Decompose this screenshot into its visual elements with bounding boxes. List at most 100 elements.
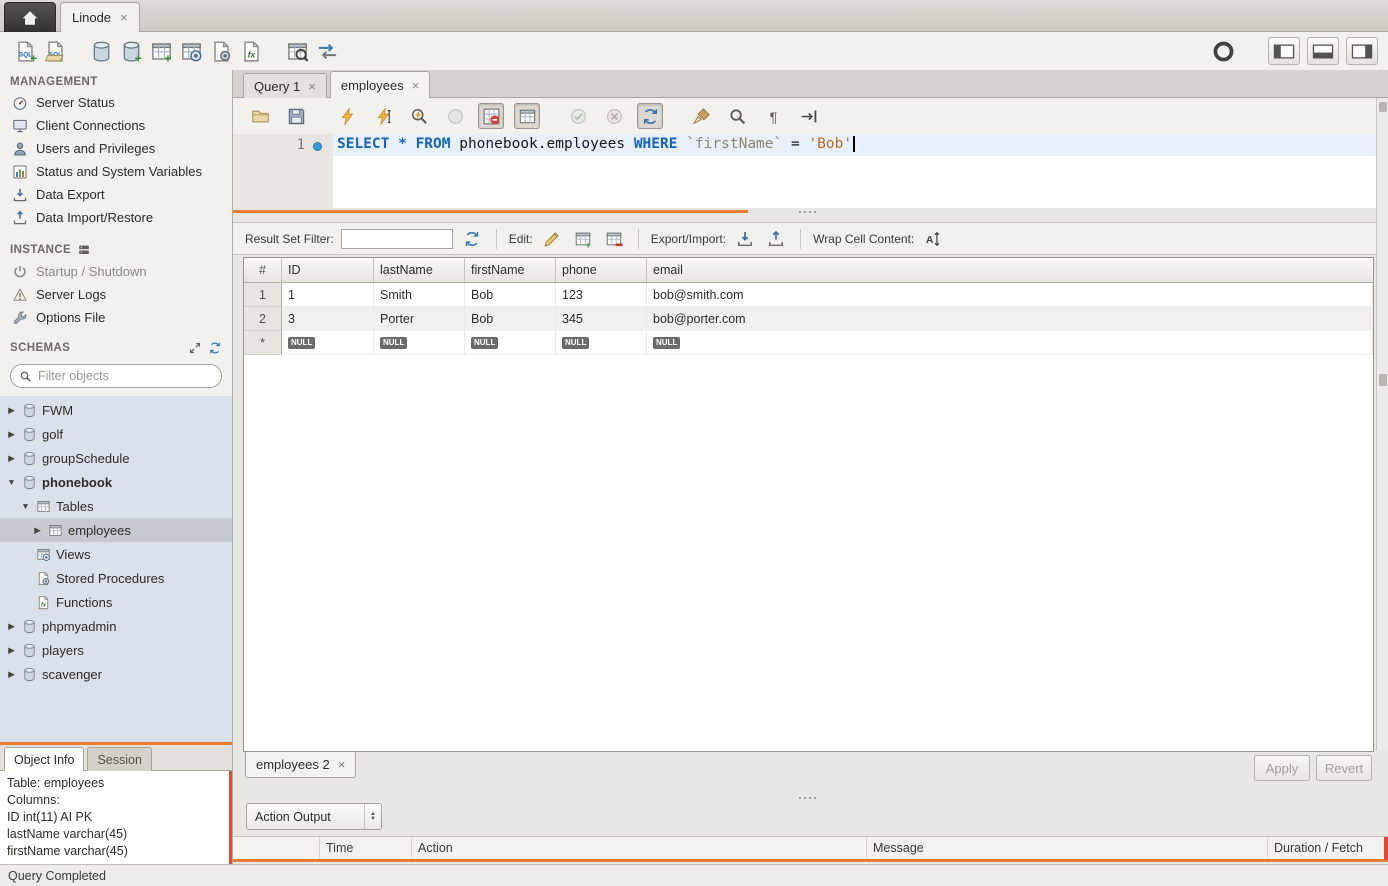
output-column-action[interactable]: Action — [412, 837, 867, 859]
output-column-message[interactable]: Message — [867, 837, 1268, 859]
table-row-new[interactable]: * NULL NULL NULL NULL NULL — [244, 331, 1373, 355]
expander-icon[interactable] — [6, 453, 17, 464]
explain-plan-button[interactable] — [406, 103, 432, 129]
schema-filter-input[interactable] — [38, 369, 213, 383]
code-area[interactable]: SELECT * FROM phonebook.employees WHERE … — [333, 134, 1376, 208]
execute-current-statement-button[interactable] — [370, 103, 396, 129]
column-header-lastname[interactable]: lastName — [374, 258, 465, 282]
close-icon[interactable]: × — [120, 11, 128, 24]
splitter-handle[interactable] — [799, 211, 801, 213]
expander-icon[interactable] — [20, 501, 31, 511]
cell-firstname[interactable]: Bob — [465, 307, 556, 331]
tree-node-functions[interactable]: Functions — [0, 590, 232, 614]
tree-node-tables-folder[interactable]: Tables — [0, 494, 232, 518]
create-view-button[interactable] — [176, 36, 206, 66]
create-function-button[interactable] — [236, 36, 266, 66]
tree-node-schema[interactable]: players — [0, 638, 232, 662]
cell-phone[interactable]: 123 — [556, 283, 647, 307]
cell-null[interactable]: NULL — [556, 331, 647, 355]
scrollbar-thumb[interactable] — [1379, 102, 1387, 112]
refresh-schemas-icon[interactable] — [208, 341, 222, 355]
tree-node-schema[interactable]: scavenger — [0, 662, 232, 686]
beautify-query-button[interactable] — [688, 103, 714, 129]
open-script-button[interactable] — [247, 103, 273, 129]
execute-query-button[interactable] — [334, 103, 360, 129]
tree-node-schema[interactable]: groupSchedule — [0, 446, 232, 470]
create-procedure-button[interactable] — [206, 36, 236, 66]
row-number-cell[interactable]: * — [244, 331, 282, 355]
schema-inspector-button[interactable] — [86, 36, 116, 66]
tree-node-schema[interactable]: phpmyadmin — [0, 614, 232, 638]
reconnect-button[interactable] — [312, 36, 342, 66]
open-sql-script-button[interactable] — [40, 36, 70, 66]
cell-lastname[interactable]: Porter — [374, 307, 465, 331]
column-header-email[interactable]: email — [647, 258, 1373, 282]
column-header-phone[interactable]: phone — [556, 258, 647, 282]
refresh-resultset-button[interactable] — [460, 227, 484, 251]
save-script-button[interactable] — [283, 103, 309, 129]
sidebar-item-users-privileges[interactable]: Users and Privileges — [0, 137, 232, 160]
cell-null[interactable]: NULL — [374, 331, 465, 355]
import-records-button[interactable] — [764, 227, 788, 251]
splitter-handle[interactable] — [799, 797, 801, 799]
cell-id[interactable]: 1 — [282, 283, 374, 307]
home-tab[interactable] — [4, 2, 56, 32]
stop-query-button[interactable] — [442, 103, 468, 129]
cell-lastname[interactable]: Smith — [374, 283, 465, 307]
tab-session[interactable]: Session — [87, 747, 151, 771]
find-in-editor-button[interactable] — [724, 103, 750, 129]
output-type-select[interactable]: Action Output — [246, 803, 382, 830]
toggle-left-sidebar-button[interactable] — [1268, 37, 1300, 65]
cell-null[interactable]: NULL — [282, 331, 374, 355]
expander-icon[interactable] — [6, 477, 17, 487]
resultset-tab[interactable]: employees 2 × — [245, 752, 356, 778]
search-table-data-button[interactable] — [282, 36, 312, 66]
sidebar-item-server-status[interactable]: Server Status — [0, 91, 232, 114]
result-filter-input[interactable] — [341, 229, 453, 249]
table-row[interactable]: 2 3 Porter Bob 345 bob@porter.com — [244, 307, 1373, 331]
cell-id[interactable]: 3 — [282, 307, 374, 331]
row-number-cell[interactable]: 1 — [244, 283, 282, 307]
toggle-right-sidebar-button[interactable] — [1346, 37, 1378, 65]
commit-button[interactable] — [565, 103, 591, 129]
sidebar-item-system-variables[interactable]: Status and System Variables — [0, 160, 232, 183]
column-header-firstname[interactable]: firstName — [465, 258, 556, 282]
tree-node-schema[interactable]: FWM — [0, 398, 232, 422]
cell-null[interactable]: NULL — [465, 331, 556, 355]
expand-all-icon[interactable] — [188, 341, 202, 355]
sql-code-editor[interactable]: 1 SELECT * FROM phonebook.employees WHER… — [233, 134, 1376, 208]
table-row[interactable]: 1 1 Smith Bob 123 bob@smith.com — [244, 283, 1373, 307]
tree-node-table-employees[interactable]: employees — [0, 518, 232, 542]
add-row-button[interactable] — [571, 227, 595, 251]
connection-status-button[interactable] — [1208, 36, 1238, 66]
stop-on-error-toggle[interactable] — [478, 103, 504, 129]
expander-icon[interactable] — [32, 525, 43, 536]
cell-email[interactable]: bob@smith.com — [647, 283, 1373, 307]
cell-null[interactable]: NULL — [647, 331, 1373, 355]
tab-employees[interactable]: employees× — [330, 71, 430, 98]
close-icon[interactable]: × — [412, 79, 420, 92]
row-number-cell[interactable]: 2 — [244, 307, 282, 331]
tree-node-schema[interactable]: golf — [0, 422, 232, 446]
sidebar-item-server-logs[interactable]: Server Logs — [0, 283, 232, 306]
scrollbar-thumb[interactable] — [1379, 374, 1387, 386]
limit-rows-toggle[interactable] — [514, 103, 540, 129]
export-recordset-button[interactable] — [733, 227, 757, 251]
expander-icon[interactable] — [6, 669, 17, 680]
sidebar-item-client-connections[interactable]: Client Connections — [0, 114, 232, 137]
column-header-id[interactable]: ID — [282, 258, 374, 282]
autocommit-toggle[interactable] — [637, 103, 663, 129]
new-query-tab-button[interactable] — [10, 36, 40, 66]
tab-object-info[interactable]: Object Info — [4, 747, 84, 771]
output-column-time[interactable]: Time — [320, 837, 412, 859]
sidebar-item-data-export[interactable]: Data Export — [0, 183, 232, 206]
spinner-arrows-icon[interactable] — [364, 804, 381, 829]
tree-node-stored-procedures[interactable]: Stored Procedures — [0, 566, 232, 590]
expander-icon[interactable] — [6, 645, 17, 656]
cell-firstname[interactable]: Bob — [465, 283, 556, 307]
wrap-cell-content-toggle[interactable] — [921, 227, 945, 251]
connection-tab[interactable]: Linode × — [60, 2, 140, 32]
create-schema-button[interactable] — [116, 36, 146, 66]
edit-row-button[interactable] — [540, 227, 564, 251]
tree-node-views[interactable]: Views — [0, 542, 232, 566]
